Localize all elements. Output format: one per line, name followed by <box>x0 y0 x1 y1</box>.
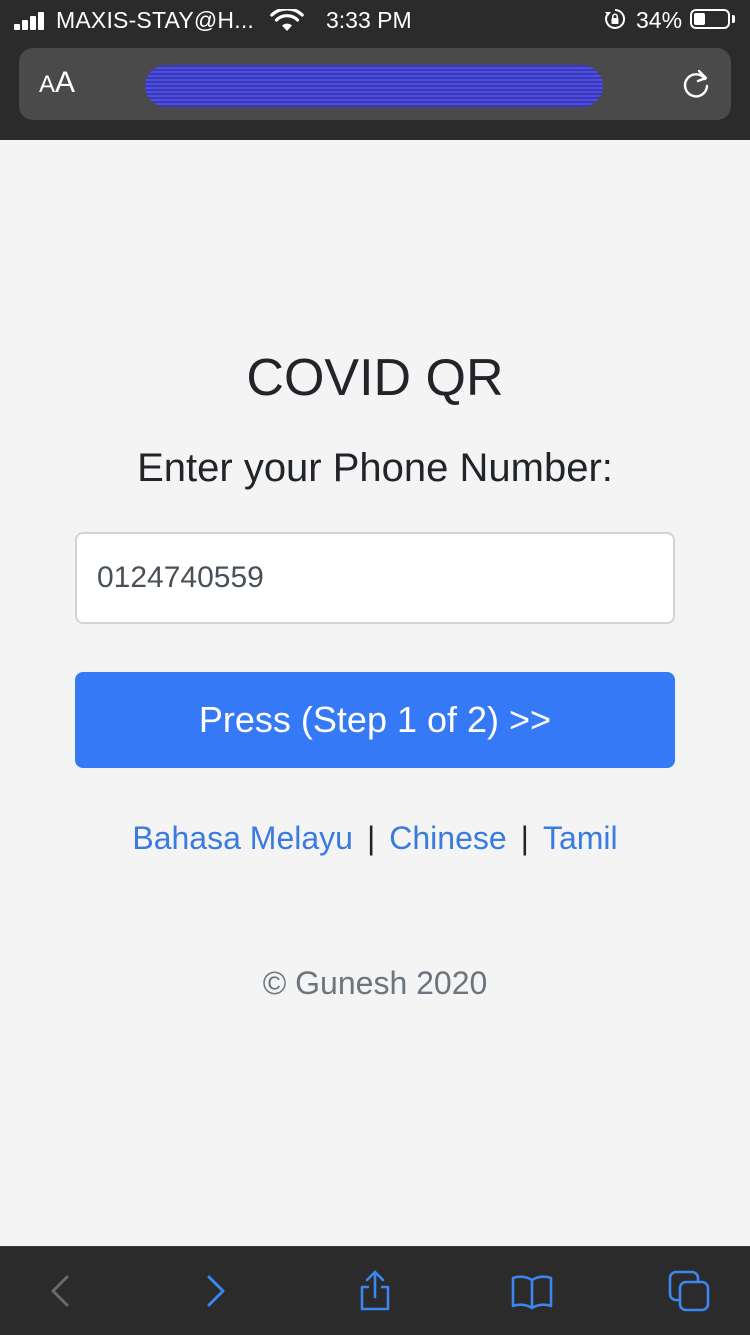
address-bar[interactable]: AA <box>19 48 731 120</box>
bookmarks-icon[interactable] <box>510 1269 554 1313</box>
phone-number-input[interactable] <box>75 532 675 624</box>
phone-prompt-label: Enter your Phone Number: <box>137 446 613 490</box>
forward-icon[interactable] <box>194 1269 238 1313</box>
share-icon[interactable] <box>353 1269 397 1313</box>
text-size-button[interactable]: AA <box>39 66 75 100</box>
back-icon[interactable] <box>38 1269 82 1313</box>
battery-icon <box>690 9 730 29</box>
battery-nub <box>732 15 735 23</box>
url-redaction[interactable] <box>145 65 603 107</box>
wifi-icon <box>270 9 304 31</box>
battery-percent: 34% <box>636 7 683 33</box>
language-link-bahasa-melayu[interactable]: Bahasa Melayu <box>132 820 353 856</box>
submit-step-1-button[interactable]: Press (Step 1 of 2) >> <box>75 672 675 768</box>
signal-icon <box>14 12 52 30</box>
browser-toolbar <box>0 1246 750 1335</box>
language-link-chinese[interactable]: Chinese <box>389 820 506 856</box>
copyright-footer: © Gunesh 2020 <box>262 965 488 1001</box>
status-time: 3:33 PM <box>326 7 412 33</box>
page-title: COVID QR <box>246 349 504 407</box>
status-bar: MAXIS-STAY@H... 3:33 PM 34% <box>0 0 750 40</box>
language-links: Bahasa Melayu | Chinese | Tamil <box>0 820 750 857</box>
link-separator: | <box>366 820 376 856</box>
battery-level-fill <box>694 13 705 25</box>
browser-top-chrome: MAXIS-STAY@H... 3:33 PM 34% AA <box>0 0 750 140</box>
tabs-icon[interactable] <box>667 1269 711 1313</box>
language-link-tamil[interactable]: Tamil <box>543 820 618 856</box>
reload-icon[interactable] <box>679 67 713 101</box>
link-separator: | <box>520 820 529 856</box>
orientation-lock-icon <box>605 8 626 29</box>
carrier-name: MAXIS-STAY@H... <box>56 7 255 33</box>
